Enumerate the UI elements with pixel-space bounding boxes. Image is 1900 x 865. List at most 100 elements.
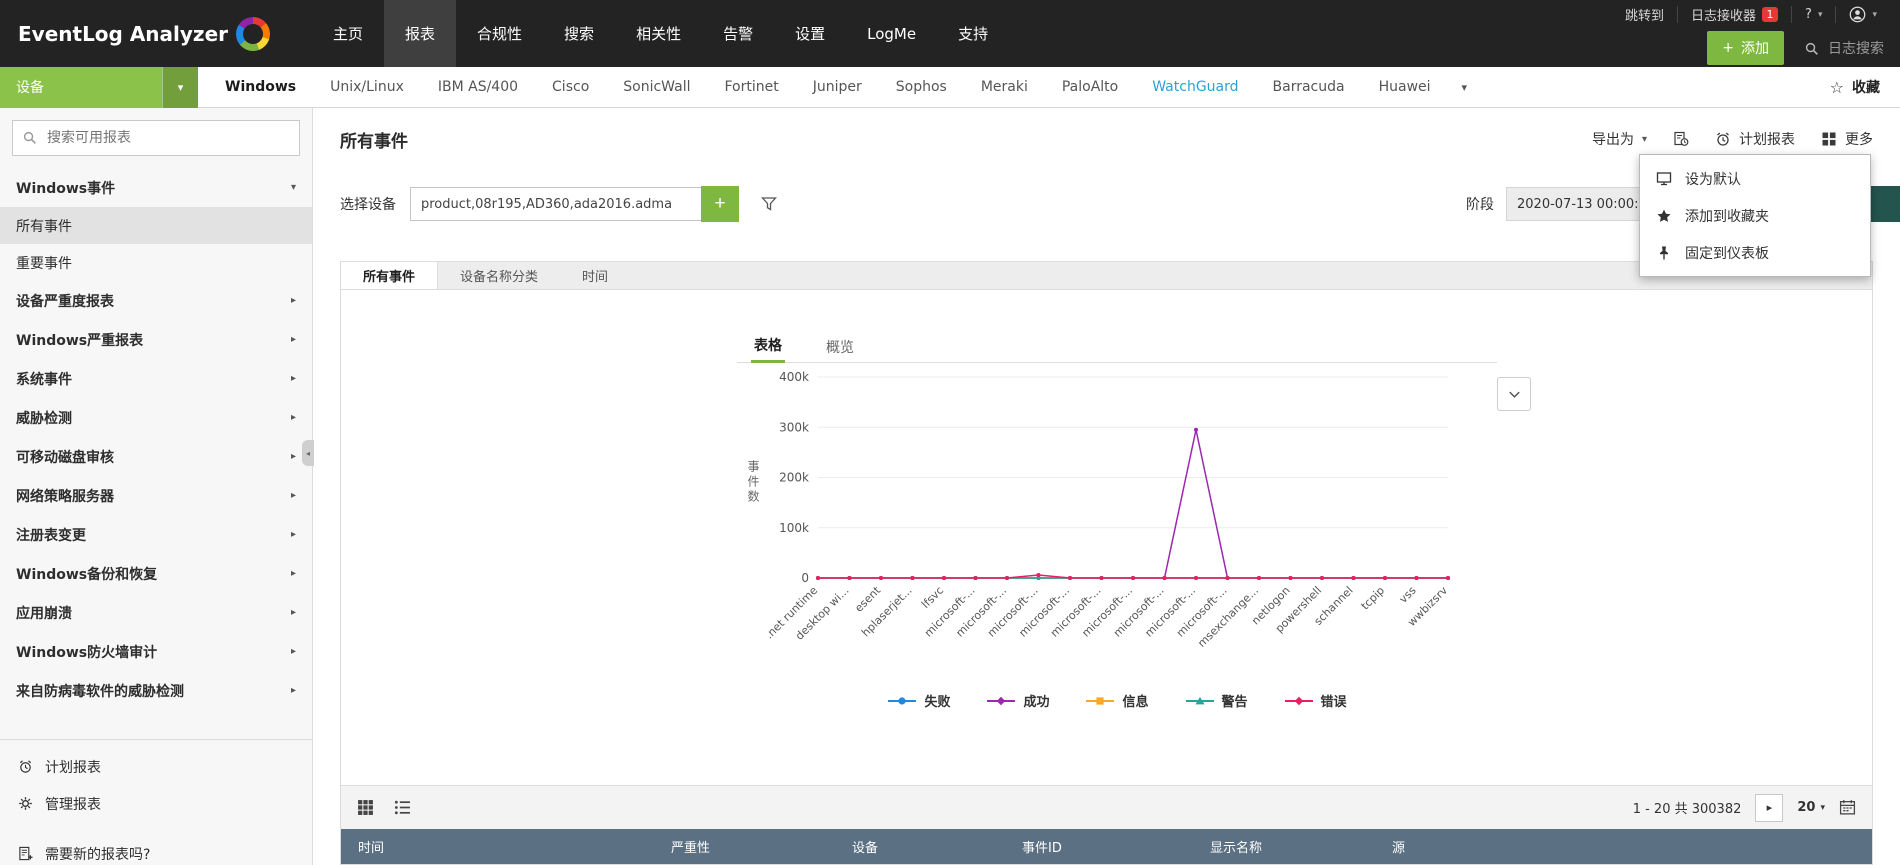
favorites-button[interactable]: ☆ 收藏	[1830, 77, 1900, 97]
grid-view-icon[interactable]	[357, 799, 374, 816]
chevron-right-icon: ▸	[291, 529, 296, 540]
column-header[interactable]: 严重性	[654, 837, 835, 856]
sidebar-group[interactable]: 来自防病毒软件的威胁检测▸	[0, 671, 312, 710]
nav-item[interactable]: 设置	[774, 0, 846, 67]
device-type-bar: 设备 ▾ WindowsUnix/LinuxIBM AS/400CiscoSon…	[0, 67, 1900, 108]
sidebar-group-label: 设备严重度报表	[16, 291, 291, 311]
export-as-button[interactable]: 导出为 ▾	[1592, 129, 1647, 149]
column-header[interactable]: 时间	[341, 837, 654, 856]
log-search-button[interactable]: 日志搜索	[1804, 38, 1884, 58]
log-receiver-link[interactable]: 日志接收器 1	[1677, 6, 1791, 23]
app-logo[interactable]: EventLog Analyzer	[0, 0, 286, 67]
legend-marker-icon	[1284, 695, 1314, 707]
sidebar-footer-item[interactable]: 计划报表	[0, 748, 312, 785]
device-category-dropdown[interactable]: 设备 ▾	[0, 67, 198, 108]
device-tab[interactable]: Juniper	[796, 79, 879, 95]
sidebar-group[interactable]: 网络策略服务器▸	[0, 476, 312, 515]
device-tab[interactable]: Huawei	[1362, 79, 1448, 95]
sidebar-item[interactable]: 所有事件	[0, 207, 312, 244]
more-menu-item[interactable]: 设为默认	[1640, 160, 1870, 197]
star-icon: ☆	[1830, 78, 1844, 97]
more-button[interactable]: 更多	[1821, 129, 1873, 149]
notification-badge[interactable]: 1	[1762, 7, 1778, 22]
device-tab[interactable]: Windows	[208, 79, 313, 95]
clock-icon	[18, 759, 33, 774]
page-size-select[interactable]: 20 ▾	[1797, 800, 1825, 815]
device-tab[interactable]: IBM AS/400	[421, 79, 535, 95]
device-tab[interactable]: PaloAlto	[1045, 79, 1135, 95]
more-menu: 设为默认添加到收藏夹固定到仪表板	[1639, 154, 1871, 277]
sidebar-group[interactable]: 注册表变更▸	[0, 515, 312, 554]
filter-icon[interactable]	[761, 196, 777, 212]
events-line-chart[interactable]: 0100k200k300k400k.net runtimedesktop wi.…	[737, 363, 1497, 663]
sidebar-footer-item[interactable]: 需要新的报表吗?	[0, 835, 312, 865]
sidebar-group[interactable]: Windows严重报表▸	[0, 320, 312, 359]
nav-item[interactable]: 报表	[384, 0, 456, 67]
legend-item[interactable]: 警告	[1185, 691, 1248, 710]
nav-item[interactable]: 支持	[937, 0, 1009, 67]
sidebar-footer-item[interactable]: 管理报表	[0, 785, 312, 822]
topbar-actions-row: + 添加 日志搜索	[1707, 29, 1890, 67]
column-header[interactable]: 显示名称	[1193, 837, 1375, 856]
chart-mode-tab[interactable]: 表格	[751, 330, 785, 363]
device-tab[interactable]: Fortinet	[707, 79, 795, 95]
report-actions: 导出为 ▾ 计划报表 更多	[1592, 129, 1873, 149]
column-header[interactable]: 设备	[835, 837, 1005, 856]
device-tab[interactable]: Barracuda	[1256, 79, 1362, 95]
sidebar-group[interactable]: Windows防火墙审计▸	[0, 632, 312, 671]
legend-item[interactable]: 失败	[887, 691, 950, 710]
sidebar-group[interactable]: Windows事件▾	[0, 168, 312, 207]
device-select-input[interactable]	[410, 187, 702, 221]
list-view-icon[interactable]	[394, 799, 411, 816]
nav-item[interactable]: 相关性	[615, 0, 702, 67]
sidebar-group[interactable]: 威胁检测▸	[0, 398, 312, 437]
add-button[interactable]: + 添加	[1707, 31, 1784, 65]
nav-item[interactable]: 合规性	[456, 0, 543, 67]
device-tab[interactable]: Sophos	[879, 79, 964, 95]
sidebar-group-label: 系统事件	[16, 369, 291, 389]
device-tab[interactable]: Meraki	[964, 79, 1045, 95]
arrow-right-icon: ▸	[1767, 801, 1773, 814]
sidebar-group[interactable]: 可移动磁盘审核▸	[0, 437, 312, 476]
add-device-button[interactable]: +	[701, 186, 739, 222]
report-view-tab[interactable]: 时间	[560, 262, 630, 289]
device-tabs-more-button[interactable]: ▾	[1448, 81, 1482, 94]
caret-down-icon: ▾	[1642, 134, 1647, 145]
svg-text:tcpip: tcpip	[1359, 584, 1388, 613]
sidebar-group[interactable]: 系统事件▸	[0, 359, 312, 398]
nav-item[interactable]: 搜索	[543, 0, 615, 67]
more-menu-item[interactable]: 添加到收藏夹	[1640, 197, 1870, 234]
report-view-tab[interactable]: 所有事件	[341, 262, 438, 289]
device-tab[interactable]: SonicWall	[606, 79, 707, 95]
sidebar-group[interactable]: 设备严重度报表▸	[0, 281, 312, 320]
legend-item[interactable]: 成功	[986, 691, 1049, 710]
legend-item[interactable]: 错误	[1284, 691, 1347, 710]
column-header[interactable]: 源	[1375, 837, 1872, 856]
report-search-input[interactable]	[12, 120, 300, 156]
device-tab[interactable]: WatchGuard	[1135, 79, 1255, 95]
device-tab[interactable]: Unix/Linux	[313, 79, 421, 95]
sidebar-group[interactable]: 应用崩溃▸	[0, 593, 312, 632]
schedule-report-button[interactable]: 计划报表	[1715, 129, 1795, 149]
nav-item[interactable]: LogMe	[846, 0, 937, 67]
device-tab[interactable]: Cisco	[535, 79, 606, 95]
sidebar-group[interactable]: Windows备份和恢复▸	[0, 554, 312, 593]
help-button[interactable]: ?▾	[1791, 6, 1835, 23]
jump-to-link[interactable]: 跳转到	[1612, 6, 1677, 23]
nav-item[interactable]: 主页	[312, 0, 384, 67]
report-view-tab[interactable]: 设备名称分类	[438, 262, 560, 289]
legend-item[interactable]: 信息	[1085, 691, 1148, 710]
chart-mode-tab[interactable]: 概览	[823, 330, 857, 363]
report-history-button[interactable]	[1673, 131, 1689, 147]
table-calendar-icon[interactable]	[1839, 799, 1856, 816]
sidebar-collapse-handle[interactable]: ◂	[302, 440, 314, 466]
next-page-button[interactable]: ▸	[1755, 794, 1783, 822]
more-menu-label: 添加到收藏夹	[1685, 206, 1769, 226]
nav-item[interactable]: 告警	[702, 0, 774, 67]
column-header[interactable]: 事件ID	[1005, 837, 1193, 856]
user-menu-button[interactable]: ▾	[1835, 6, 1890, 23]
svg-text:lfsvc: lfsvc	[919, 584, 946, 611]
more-menu-item[interactable]: 固定到仪表板	[1640, 234, 1870, 271]
sidebar-item[interactable]: 重要事件	[0, 244, 312, 281]
collapse-chart-button[interactable]	[1497, 377, 1531, 411]
